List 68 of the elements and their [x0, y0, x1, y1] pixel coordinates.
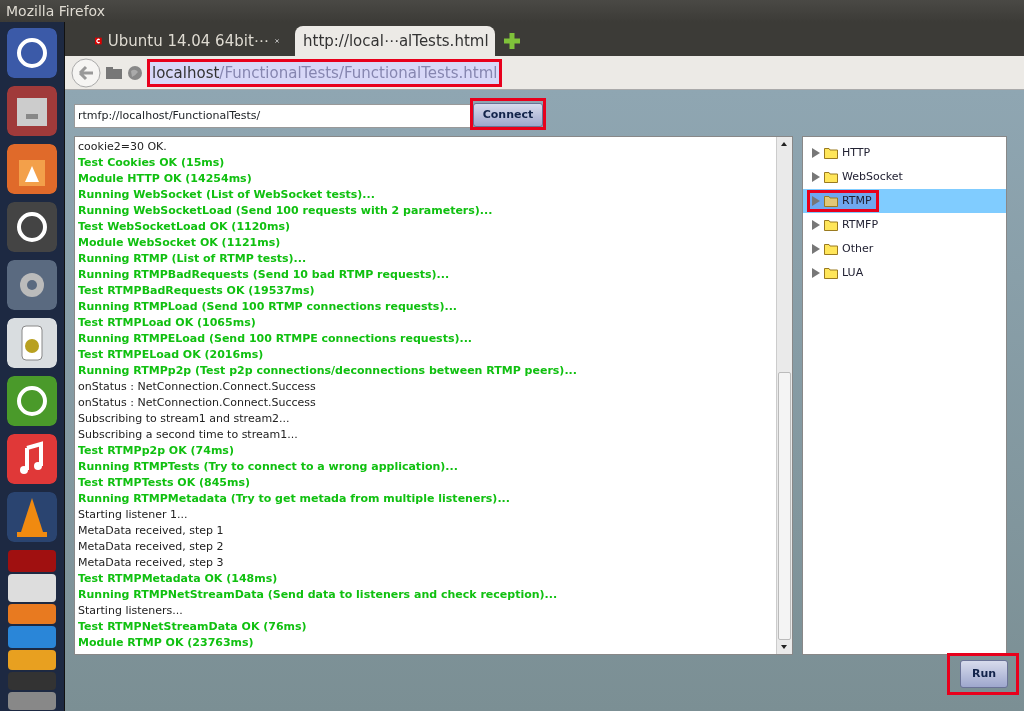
expand-arrow-icon[interactable] — [812, 148, 820, 158]
log-line: Running WebSocket (List of WebSocket tests)... — [78, 187, 376, 203]
log-line: Running RTMPNetStreamData (Send data to listeners and check reception)... — [78, 587, 559, 603]
tree-item[interactable]: RTMP — [807, 189, 879, 213]
folder-icon — [824, 219, 838, 231]
log-line: Module RTMP OK (23763ms) — [78, 635, 255, 651]
log-line: Running RTMP (List of RTMP tests)... — [78, 251, 308, 267]
run-button[interactable]: Run — [960, 660, 1008, 688]
browser-tab[interactable]: Ubuntu 14.04 64bit⋯ — [87, 26, 287, 56]
log-line: Test RTMPELoad OK (2016ms) — [78, 347, 265, 363]
app-icon[interactable] — [7, 144, 57, 194]
tree-item[interactable]: LUA — [807, 261, 871, 285]
log-line: Running RTMPTests (Try to connect to a wrong application)... — [78, 459, 459, 475]
launcher-stack-drawing[interactable] — [6, 550, 58, 710]
app-icon[interactable] — [7, 376, 57, 426]
log-line: Test RTMPBadRequests OK (19537ms) — [78, 283, 316, 299]
expand-arrow-icon[interactable] — [812, 172, 820, 182]
log-line: MetaData received, step 1 — [78, 523, 225, 539]
log-line: Starting listeners... — [78, 603, 184, 619]
folder-icon — [824, 243, 838, 255]
app-icon[interactable] — [7, 202, 57, 252]
expand-arrow-icon[interactable] — [812, 220, 820, 230]
tree-item[interactable]: RTMFP — [807, 213, 885, 237]
folder-icon — [824, 147, 838, 159]
log-line: Running RTMPLoad (Send 100 RTMP connections requests)... — [78, 299, 458, 315]
browser-tab[interactable]: http://local⋯alTests.html — [295, 26, 495, 56]
tree-item[interactable]: HTTP — [807, 141, 878, 165]
expand-arrow-icon[interactable] — [812, 244, 820, 254]
log-line: Running RTMPBadRequests (Send 10 bad RTMP requests)... — [78, 267, 451, 283]
log-line: Running RTMPp2p (Test p2p connections/deconnections between RTMP peers)... — [78, 363, 578, 379]
log-line: cookie2=30 OK. — [78, 139, 168, 155]
log-line: onStatus : NetConnection.Connect.Success — [78, 395, 317, 411]
folder-icon — [824, 195, 838, 207]
log-line: Test RTMPMetadata OK (148ms) — [78, 571, 279, 587]
folder-icon — [824, 171, 838, 183]
address-field[interactable]: localhost/FunctionalTests/FunctionalTests.html — [147, 58, 503, 87]
log-line: onStatus : NetConnection.Connect.Success — [78, 379, 317, 395]
log-line: Module WebSocket OK (1121ms) — [78, 235, 282, 251]
globe-icon — [127, 64, 143, 81]
log-line: Subscribing to stream1 and stream2... — [78, 411, 291, 427]
log-line: Running WebSocketLoad (Send 100 requests with 2 parameters)... — [78, 203, 494, 219]
tree-item[interactable]: Other — [807, 237, 881, 261]
log-line: Test RTMPNetStreamData OK (76ms) — [78, 619, 308, 635]
log-line: Test RTMPLoad OK (1065ms) — [78, 315, 257, 331]
app-icon[interactable] — [7, 434, 57, 484]
log-line: Test WebSocketLoad OK (1120ms) — [78, 219, 292, 235]
log-line: Running RTMPELoad (Send 100 RTMPE connections requests)... — [78, 331, 473, 347]
log-line: Subscribing a second time to stream1... — [78, 427, 299, 443]
tree-item[interactable]: WebSocket — [807, 165, 910, 189]
server-url-field[interactable]: rtmfp://localhost/FunctionalTests/ — [74, 104, 474, 128]
log-line: Running RTMPMetadata (Try to get metada from multiple listeners)... — [78, 491, 511, 507]
back-icon[interactable] — [71, 57, 101, 88]
new-tab-icon[interactable] — [503, 32, 521, 50]
app-icon[interactable] — [7, 86, 57, 136]
log-line: MetaData received, step 2 — [78, 539, 225, 555]
log-line: Test RTMPp2p OK (74ms) — [78, 443, 235, 459]
app-icon[interactable] — [7, 28, 57, 78]
folder-icon[interactable] — [105, 65, 123, 80]
log-line: Test Cookies OK (15ms) — [78, 155, 226, 171]
log-line: Test RTMPTests OK (845ms) — [78, 475, 252, 491]
log-line: Module HTTP OK (14254ms) — [78, 171, 253, 187]
log-line: MetaData received, step 3 — [78, 555, 225, 571]
scroll-thumb[interactable] — [778, 372, 791, 640]
log-line: Starting listener 1... — [78, 507, 189, 523]
connect-button[interactable]: Connect — [473, 103, 543, 128]
close-icon[interactable] — [274, 36, 279, 46]
expand-arrow-icon[interactable] — [812, 268, 820, 278]
folder-icon — [824, 267, 838, 279]
